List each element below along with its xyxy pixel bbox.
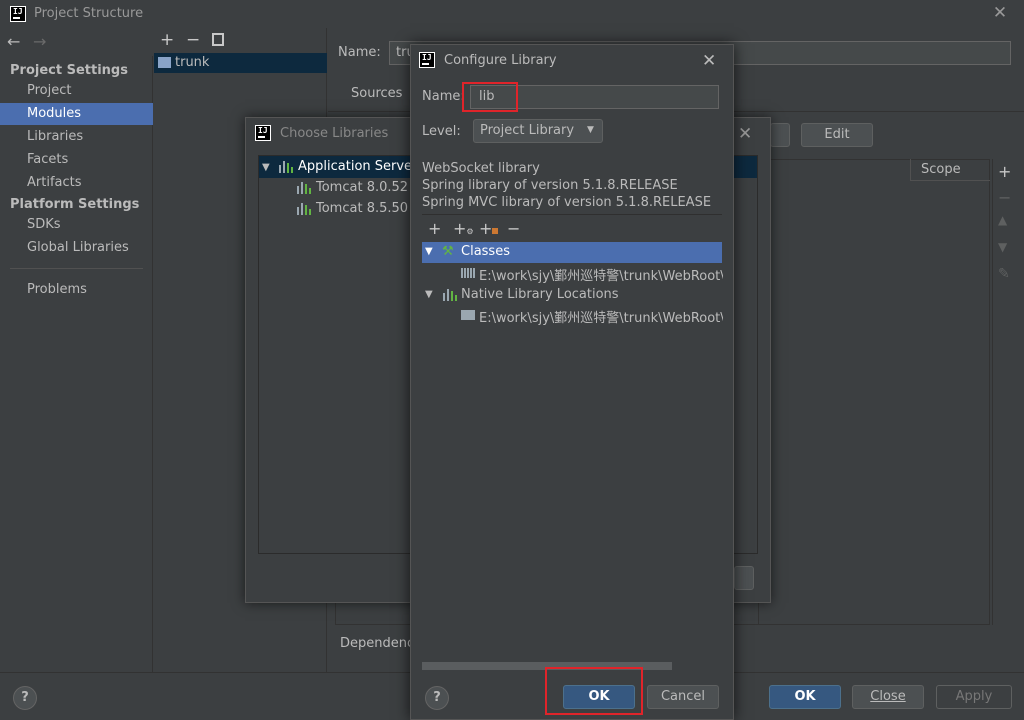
library-description-line: WebSocket library bbox=[422, 161, 540, 176]
sidebar-item-facets[interactable]: Facets bbox=[0, 149, 153, 171]
move-up-icon[interactable]: ▲ bbox=[998, 213, 1007, 227]
add-module-icon[interactable]: + bbox=[160, 32, 174, 49]
tree-row-classes[interactable]: ▼ ⚒ Classes bbox=[422, 242, 722, 263]
intellij-app-icon: IJ bbox=[255, 125, 271, 141]
library-description-line: Spring library of version 5.1.8.RELEASE bbox=[422, 178, 678, 193]
classes-hammer-icon: ⚒ bbox=[442, 244, 454, 259]
dependencies-table[interactable] bbox=[758, 159, 990, 625]
project-settings-header: Project Settings bbox=[10, 63, 128, 78]
browse-button[interactable] bbox=[770, 123, 790, 147]
configure-library-dialog bbox=[410, 44, 734, 720]
dependency-toolbar bbox=[992, 159, 1018, 625]
tree-item-tomcat-8-5-50[interactable]: Tomcat 8.5.50 bbox=[316, 201, 408, 216]
library-icon bbox=[297, 182, 311, 194]
jar-directory-icon bbox=[461, 268, 475, 278]
tree-label-native-library-locations[interactable]: Native Library Locations bbox=[461, 287, 619, 302]
library-icon bbox=[279, 161, 293, 173]
help-button[interactable]: ? bbox=[13, 686, 37, 710]
remove-module-icon[interactable]: − bbox=[186, 32, 200, 49]
edit-button[interactable]: Edit bbox=[801, 123, 873, 147]
add-root-special-icon[interactable]: +⚙ bbox=[453, 219, 474, 238]
back-arrow-icon[interactable]: ← bbox=[7, 32, 20, 51]
tree-label-application-server: Application Server bbox=[298, 159, 418, 174]
sidebar-item-modules[interactable]: Modules bbox=[0, 103, 153, 125]
window-title-bar: IJ Project Structure bbox=[0, 0, 1024, 28]
settings-sidebar: Project Settings Project Modules Librari… bbox=[0, 56, 153, 672]
library-level-label: Level: bbox=[422, 124, 461, 139]
chevron-down-icon[interactable]: ▼ bbox=[587, 125, 594, 135]
tree-label-classes: Classes bbox=[461, 244, 510, 259]
library-description-line: Spring MVC library of version 5.1.8.RELE… bbox=[422, 195, 712, 210]
sidebar-divider bbox=[10, 268, 143, 269]
configure-cancel-button[interactable]: Cancel bbox=[647, 685, 719, 709]
sidebar-item-problems[interactable]: Problems bbox=[0, 279, 153, 301]
copy-module-icon[interactable] bbox=[212, 33, 224, 46]
forward-arrow-icon[interactable]: → bbox=[33, 32, 46, 51]
add-root-icon[interactable]: + bbox=[428, 219, 441, 238]
module-name-label: Name: bbox=[338, 45, 381, 60]
expand-arrow-icon[interactable]: ▼ bbox=[262, 162, 270, 173]
edit-dependency-icon[interactable]: ✎ bbox=[998, 266, 1010, 282]
scope-column-header[interactable]: Scope bbox=[910, 159, 990, 181]
move-down-icon[interactable]: ▼ bbox=[998, 240, 1007, 254]
close-icon[interactable]: ✕ bbox=[738, 124, 752, 144]
classes-path[interactable]: E:\work\sjy\鄞州巡特警\trunk\WebRoot\WI bbox=[479, 265, 723, 284]
native-library-icon bbox=[443, 289, 457, 301]
name-highlight-box bbox=[462, 82, 518, 112]
add-dependency-icon[interactable]: + bbox=[998, 162, 1011, 181]
dialog-button-partial[interactable] bbox=[734, 566, 754, 590]
sidebar-item-project[interactable]: Project bbox=[0, 80, 153, 102]
module-row-trunk[interactable]: trunk bbox=[154, 53, 327, 73]
close-icon[interactable]: ✕ bbox=[992, 5, 1008, 22]
sidebar-item-artifacts[interactable]: Artifacts bbox=[0, 172, 153, 194]
intellij-app-icon: IJ bbox=[10, 6, 26, 22]
apply-button[interactable]: Apply bbox=[936, 685, 1012, 709]
close-button[interactable]: Close bbox=[852, 685, 924, 709]
ok-button[interactable]: OK bbox=[769, 685, 841, 709]
section-divider bbox=[422, 214, 722, 215]
library-icon bbox=[297, 203, 311, 215]
tree-item-tomcat-8-0-52[interactable]: Tomcat 8.0.52 bbox=[316, 180, 408, 195]
sidebar-item-global-libraries[interactable]: Global Libraries bbox=[0, 237, 153, 259]
native-library-path[interactable]: E:\work\sjy\鄞州巡特警\trunk\WebRoot\WI bbox=[479, 307, 723, 326]
module-name: trunk bbox=[175, 55, 210, 70]
ok-highlight-box bbox=[545, 667, 643, 715]
expand-arrow-icon[interactable]: ▼ bbox=[425, 289, 433, 300]
folder-icon bbox=[461, 310, 475, 320]
library-level-dropdown[interactable]: Project Library bbox=[473, 119, 603, 143]
configure-library-title: Configure Library bbox=[444, 53, 557, 68]
choose-libraries-title: Choose Libraries bbox=[280, 126, 389, 141]
help-button[interactable]: ? bbox=[425, 686, 449, 710]
intellij-app-icon: IJ bbox=[419, 52, 435, 68]
sidebar-item-libraries[interactable]: Libraries bbox=[0, 126, 153, 148]
module-folder-icon bbox=[158, 57, 171, 68]
add-jar-icon[interactable]: + bbox=[479, 219, 499, 238]
tab-sources[interactable]: Sources bbox=[351, 86, 402, 101]
expand-arrow-icon[interactable]: ▼ bbox=[425, 246, 433, 257]
close-icon[interactable]: ✕ bbox=[702, 51, 716, 71]
dependencies-storage-label: Dependenci bbox=[340, 636, 418, 651]
sidebar-item-sdks[interactable]: SDKs bbox=[0, 214, 153, 236]
platform-settings-header: Platform Settings bbox=[10, 197, 140, 212]
window-title: Project Structure bbox=[34, 6, 144, 21]
library-name-label: Name: bbox=[422, 89, 465, 104]
remove-root-icon[interactable]: − bbox=[507, 219, 520, 238]
remove-dependency-icon[interactable]: − bbox=[998, 188, 1011, 207]
